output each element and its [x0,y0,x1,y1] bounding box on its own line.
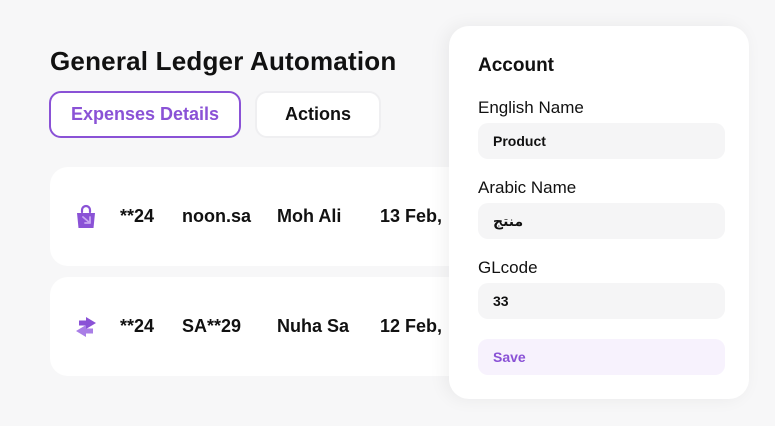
user-name: Nuha Sa [277,316,350,336]
card-number: **24 [120,206,155,226]
transaction-date: 13 Feb, [380,206,443,226]
english-name-label: English Name [478,98,584,117]
tab-bar: Expenses Details Actions [49,91,381,138]
transfer-arrows-icon [76,317,96,337]
merchant-name: noon.sa [182,206,252,226]
merchant-name: SA**29 [182,316,242,336]
account-panel: Account English Name Arabic Name GLcode … [449,26,749,399]
glcode-label: GLcode [478,258,538,277]
arabic-name-field[interactable] [478,203,725,239]
tab-expenses-details[interactable]: Expenses Details [49,91,241,138]
card-number: **24 [120,316,155,336]
arabic-name-label: Arabic Name [478,178,577,197]
tab-actions[interactable]: Actions [255,91,381,138]
save-button[interactable]: Save [478,339,725,375]
user-name: Moh Ali [277,206,342,226]
panel-title: Account [478,55,554,76]
glcode-field[interactable] [478,283,725,319]
transaction-row[interactable]: **24 SA**29 Nuha Sa 12 Feb, [50,277,510,376]
shopping-bag-icon [77,204,95,228]
transaction-date: 12 Feb, [380,316,443,336]
transaction-row[interactable]: **24 noon.sa Moh Ali 13 Feb, [50,167,510,266]
english-name-field[interactable] [478,123,725,159]
page-title: General Ledger Automation [50,46,397,76]
